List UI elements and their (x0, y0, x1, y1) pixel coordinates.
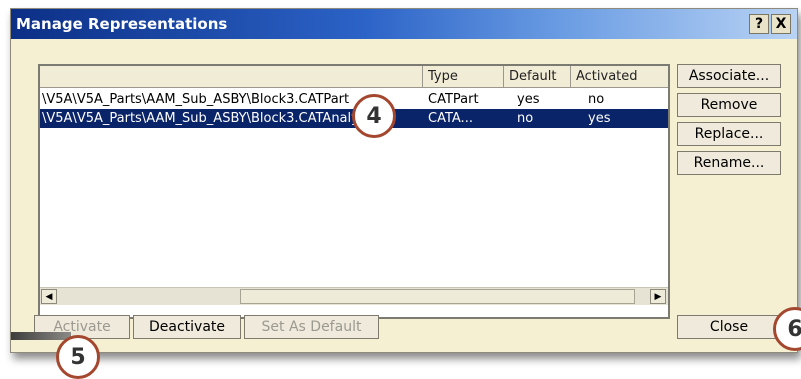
row-type: CATPart (428, 92, 479, 107)
row-default: yes (517, 92, 540, 107)
row-activated: yes (588, 111, 611, 126)
manage-representations-dialog: Manage Representations ? X Type Default … (10, 8, 798, 353)
horizontal-scrollbar[interactable]: ◀ ▶ (40, 287, 668, 305)
close-button[interactable]: Close (677, 315, 781, 339)
row-type: CATA... (428, 111, 473, 126)
scroll-thumb[interactable] (240, 289, 635, 304)
title-bar[interactable]: Manage Representations ? X (11, 9, 797, 39)
scroll-left-icon[interactable]: ◀ (41, 289, 57, 304)
list-header: Type Default Activated (40, 66, 668, 88)
column-header-name[interactable] (40, 66, 423, 87)
column-header-default[interactable]: Default (504, 66, 571, 87)
deactivate-button[interactable]: Deactivate (133, 315, 241, 339)
remove-button[interactable]: Remove (677, 93, 781, 117)
row-default: no (517, 111, 534, 126)
callout-4: 4 (352, 94, 396, 138)
rename-button[interactable]: Rename... (677, 151, 781, 175)
dialog-title: Manage Representations (16, 15, 228, 33)
replace-button[interactable]: Replace... (677, 122, 781, 146)
row-activated: no (588, 92, 605, 107)
scroll-right-icon[interactable]: ▶ (650, 289, 666, 304)
column-header-type[interactable]: Type (423, 66, 504, 87)
associate-button[interactable]: Associate... (677, 64, 781, 88)
status-strip (11, 332, 71, 340)
representations-list[interactable]: Type Default Activated \V5A\V5A_Parts\AA… (38, 64, 670, 319)
close-window-button[interactable]: X (771, 14, 791, 34)
help-button[interactable]: ? (749, 14, 769, 34)
set-as-default-button[interactable]: Set As Default (244, 315, 379, 339)
callout-5: 5 (56, 335, 100, 379)
column-header-activated[interactable]: Activated (571, 66, 668, 87)
